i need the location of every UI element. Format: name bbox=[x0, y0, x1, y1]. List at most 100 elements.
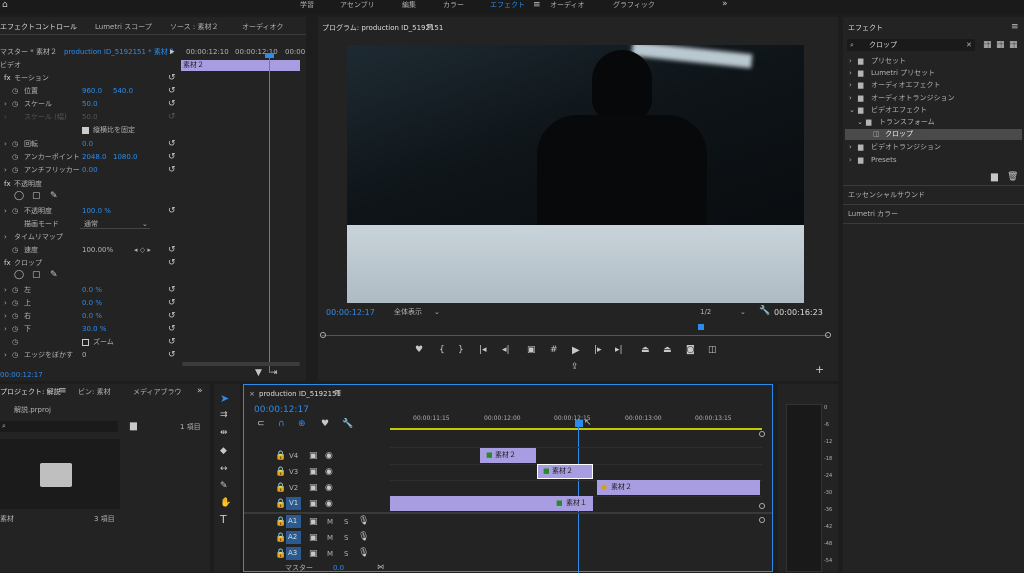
lock-icon[interactable]: 🔒 bbox=[275, 484, 286, 493]
tab-lumetri-scopes[interactable]: Lumetri スコープ bbox=[95, 23, 152, 32]
tab-edit[interactable]: 編集 bbox=[402, 1, 416, 10]
position-y[interactable]: 540.0 bbox=[113, 87, 133, 96]
marker-icon[interactable]: ♥ bbox=[415, 346, 423, 355]
feather-value[interactable]: 0 bbox=[82, 351, 86, 360]
tree-item[interactable]: オーディオトランジション bbox=[871, 94, 955, 103]
tab-audio-clip[interactable]: オーディオク bbox=[242, 23, 283, 32]
rotation-value[interactable]: 0.0 bbox=[82, 140, 93, 149]
timeline-playhead-head[interactable] bbox=[575, 420, 583, 427]
clip-v2[interactable]: ● 素材２ bbox=[597, 480, 760, 495]
project-search[interactable]: ⌕ bbox=[0, 421, 118, 432]
menu-icon[interactable]: ≡ bbox=[1011, 23, 1019, 32]
filter-icon[interactable]: ▼ bbox=[255, 369, 262, 378]
mark-out-icon[interactable]: } bbox=[458, 346, 464, 355]
expand-icon[interactable]: › bbox=[4, 299, 7, 308]
expand-icon[interactable]: › bbox=[4, 113, 7, 122]
eye-icon[interactable]: ◉ bbox=[325, 500, 333, 509]
lock-icon[interactable]: 🔒 bbox=[275, 500, 286, 509]
expand-icon[interactable]: › bbox=[4, 286, 7, 295]
menu-icon[interactable]: ≡ bbox=[533, 1, 541, 10]
crop-top-value[interactable]: 0.0 % bbox=[82, 299, 102, 308]
stopwatch-icon[interactable]: ◷ bbox=[12, 286, 18, 295]
hand-icon[interactable]: ✋ bbox=[220, 499, 231, 508]
ec-scrollbar[interactable] bbox=[182, 362, 300, 366]
sequence-label[interactable]: production ID_5192151 * 素材２ bbox=[64, 48, 175, 57]
eye-icon[interactable]: ◉ bbox=[325, 484, 333, 493]
zoom-handle[interactable] bbox=[759, 431, 765, 437]
reset-icon[interactable]: ↺ bbox=[168, 286, 176, 295]
stopwatch-icon[interactable]: ◷ bbox=[12, 325, 18, 334]
blend-dropdown[interactable]: 通常 ⌄ bbox=[80, 218, 150, 229]
play-icon[interactable]: ▸ bbox=[170, 48, 175, 57]
essential-sound-tab[interactable]: エッセンシャルサウンド bbox=[848, 191, 925, 200]
rect-mask-icon[interactable]: ▢ bbox=[32, 192, 41, 201]
speed-value[interactable]: 100.00% bbox=[82, 246, 113, 255]
scrub-start[interactable] bbox=[320, 332, 326, 338]
compare-icon[interactable]: ◫ bbox=[708, 346, 717, 355]
ellipse-mask-icon[interactable]: ◯ bbox=[14, 192, 24, 201]
tab-effect-controls[interactable]: エフェクトコントロール bbox=[0, 23, 77, 32]
sync-lock-icon[interactable]: ▣ bbox=[309, 550, 318, 559]
tab-audio[interactable]: オーディオ bbox=[550, 1, 585, 10]
tab-learn[interactable]: 学習 bbox=[300, 1, 314, 10]
add-button[interactable]: + bbox=[815, 364, 824, 375]
clip-v4[interactable]: ■ 素材２ bbox=[480, 448, 536, 463]
slip-icon[interactable]: ↔ bbox=[220, 465, 228, 474]
expand-icon[interactable]: › bbox=[4, 207, 7, 216]
tree-item[interactable]: Presets bbox=[871, 156, 896, 165]
track-target-a3[interactable]: A3 bbox=[286, 547, 301, 560]
sync-lock-icon[interactable]: ▣ bbox=[309, 468, 318, 477]
lock-icon[interactable]: 🔒 bbox=[275, 468, 286, 477]
expand-icon[interactable]: › bbox=[4, 351, 7, 360]
reset-icon[interactable]: ↺ bbox=[168, 259, 176, 268]
lock-icon[interactable]: 🔒 bbox=[275, 518, 286, 527]
new-bin-icon[interactable]: ▆ bbox=[130, 422, 137, 431]
tab-color[interactable]: カラー bbox=[443, 1, 464, 10]
expand-icon[interactable]: › bbox=[4, 233, 7, 242]
ellipse-mask-icon[interactable]: ◯ bbox=[14, 271, 24, 280]
menu-icon[interactable]: ≡ bbox=[334, 389, 342, 398]
flicker-value[interactable]: 0.00 bbox=[82, 166, 98, 175]
tree-item[interactable]: トランスフォーム bbox=[879, 118, 935, 127]
expand-icon[interactable]: › bbox=[4, 166, 7, 175]
extract-icon[interactable]: ⏏ bbox=[663, 346, 672, 355]
clip-v3[interactable]: ■ 素材２ bbox=[537, 464, 593, 479]
new-bin-icon[interactable]: ▆ bbox=[991, 173, 998, 182]
tab-effects[interactable]: エフェクト bbox=[490, 1, 525, 10]
tree-item[interactable]: ビデオトランジション bbox=[871, 143, 941, 152]
tree-item[interactable]: ビデオエフェクト bbox=[871, 106, 927, 115]
reset-icon[interactable]: ↺ bbox=[168, 351, 176, 360]
selection-tool-icon[interactable]: ➤ bbox=[220, 393, 229, 404]
export-frame-icon[interactable]: ⇪ bbox=[571, 363, 579, 372]
crop-bottom-value[interactable]: 30.0 % bbox=[82, 325, 106, 334]
stopwatch-icon[interactable]: ◷ bbox=[12, 166, 18, 175]
stopwatch-icon[interactable]: ◷ bbox=[12, 87, 18, 96]
tab-bin[interactable]: ビン: 素材 bbox=[78, 388, 111, 397]
mic-icon[interactable]: 🎙 bbox=[358, 549, 369, 558]
collapse-icon[interactable]: ⌄ bbox=[857, 118, 863, 127]
ripple-edit-icon[interactable]: ⇹ bbox=[220, 429, 228, 438]
reset-icon[interactable]: ↺ bbox=[168, 74, 176, 83]
zoom-checkbox[interactable] bbox=[82, 339, 89, 346]
overflow-icon[interactable]: » bbox=[722, 0, 728, 9]
reset-icon[interactable]: ↺ bbox=[168, 140, 176, 149]
camera-icon[interactable]: ◙ bbox=[686, 346, 695, 355]
tab-source[interactable]: ソース : 素材２ bbox=[170, 23, 218, 32]
bin-thumbnail[interactable] bbox=[0, 439, 120, 509]
menu-icon[interactable]: ≡ bbox=[59, 387, 67, 396]
reset-icon[interactable]: ↺ bbox=[168, 325, 176, 334]
clip-v1[interactable]: ■ 素材１ bbox=[390, 496, 593, 511]
playhead-marker[interactable] bbox=[265, 53, 274, 58]
menu-icon[interactable]: ≡ bbox=[426, 23, 434, 32]
sync-lock-icon[interactable]: ▣ bbox=[309, 484, 318, 493]
track-target-a1[interactable]: A1 bbox=[286, 515, 301, 528]
reset-icon[interactable]: ↺ bbox=[168, 100, 176, 109]
tree-item[interactable]: プリセット bbox=[871, 57, 906, 66]
bin-name[interactable]: 素材 bbox=[0, 515, 14, 524]
pen-icon[interactable]: ✎ bbox=[220, 482, 228, 491]
snap-icon[interactable]: ⊂ bbox=[257, 420, 265, 429]
expand-icon[interactable]: › bbox=[849, 69, 852, 78]
home-icon[interactable]: ⌂ bbox=[2, 1, 8, 10]
export-icon[interactable]: ⇥ bbox=[270, 369, 278, 378]
collapse-icon[interactable]: ⌄ bbox=[849, 106, 855, 115]
